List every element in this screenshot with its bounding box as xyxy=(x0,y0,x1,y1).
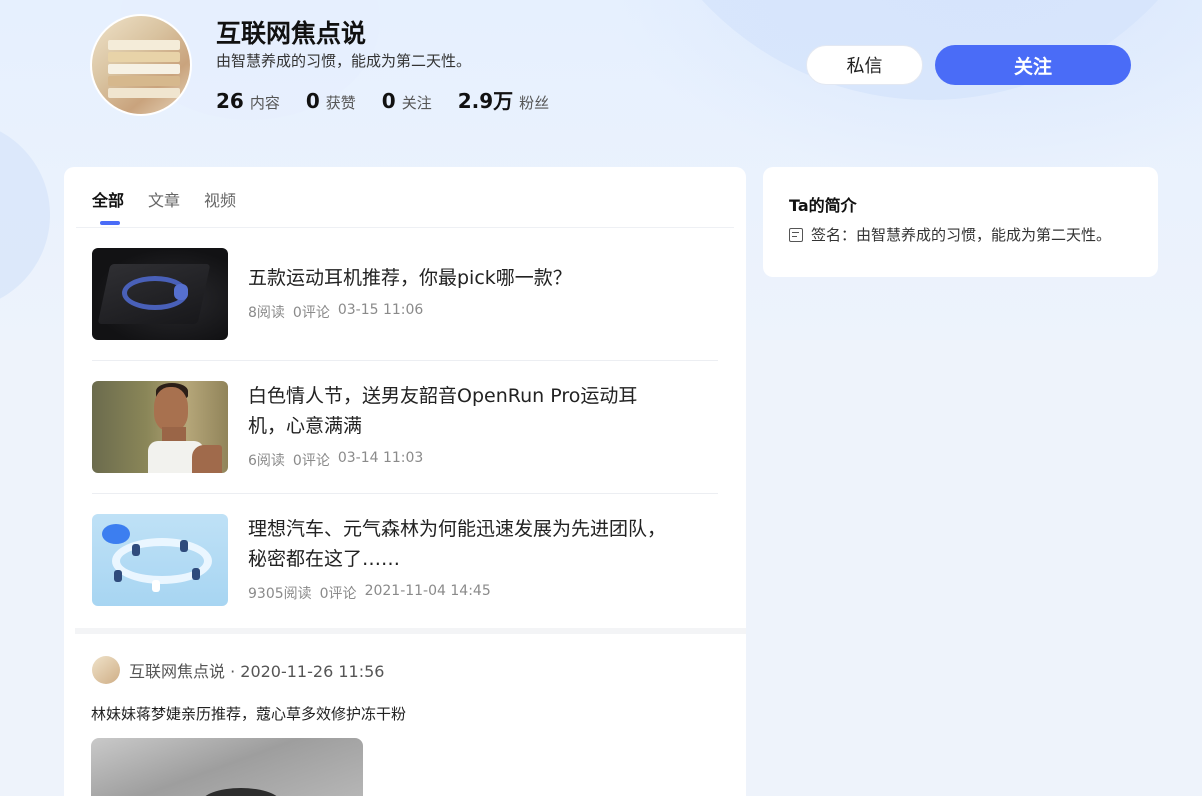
tab-label: 视频 xyxy=(204,191,237,210)
intro-card: Ta的简介 签名：由智慧养成的习惯，能成为第二天性。 xyxy=(763,167,1158,277)
intro-signature-text: 签名：由智慧养成的习惯，能成为第二天性。 xyxy=(811,226,1112,244)
article-reads: 9305阅读 xyxy=(248,586,312,602)
article-thumbnail[interactable] xyxy=(92,381,228,473)
article-time: 2021-11-04 14:45 xyxy=(364,583,491,599)
stat-likes[interactable]: 0 获赞 xyxy=(306,89,356,113)
tab-articles[interactable]: 文章 xyxy=(148,187,180,227)
author-avatar[interactable] xyxy=(92,656,120,684)
article-title[interactable]: 白色情人节，送男友韶音OpenRun Pro运动耳机，心意满满 xyxy=(248,381,668,441)
tab-videos[interactable]: 视频 xyxy=(204,187,236,227)
article-title[interactable]: 理想汽车、元气森林为何能迅速发展为先进团队，秘密都在这了…… xyxy=(248,514,668,574)
stat-label: 获赞 xyxy=(325,94,356,112)
article-meta: 8阅读 0评论 03-15 11:06 xyxy=(248,302,431,322)
section-divider xyxy=(75,628,746,634)
article-time: 03-15 11:06 xyxy=(337,302,424,318)
content-card: 全部 文章 视频 五款运动耳机推荐，你最pick哪一款？ 8阅读 0评论 03-… xyxy=(64,167,746,796)
post-author-line: 互联网焦点说 · 2020-11-26 11:56 xyxy=(129,662,385,681)
article-item[interactable]: 白色情人节，送男友韶音OpenRun Pro运动耳机，心意满满 6阅读 0评论 … xyxy=(92,361,718,494)
stat-number: 26 xyxy=(216,89,244,113)
tab-label: 全部 xyxy=(92,191,125,210)
stat-following[interactable]: 0 关注 xyxy=(382,89,432,113)
post-author[interactable]: 互联网焦点说 · 2020-11-26 11:56 xyxy=(92,656,384,684)
article-time: 03-14 11:03 xyxy=(337,450,424,466)
stat-number: 0 xyxy=(381,89,396,113)
tab-all[interactable]: 全部 xyxy=(92,187,124,227)
stat-label: 粉丝 xyxy=(519,94,550,112)
article-list: 五款运动耳机推荐，你最pick哪一款？ 8阅读 0评论 03-15 11:06 … xyxy=(92,228,718,627)
intro-title: Ta的简介 xyxy=(789,196,857,215)
article-meta: 9305阅读 0评论 2021-11-04 14:45 xyxy=(248,583,499,603)
stat-label: 关注 xyxy=(401,94,432,112)
stat-content[interactable]: 26 内容 xyxy=(216,89,280,113)
post-text[interactable]: 林妹妹蒋梦婕亲历推荐，蔻心草多效修护冻干粉 xyxy=(91,703,406,724)
stat-label: 内容 xyxy=(249,94,280,112)
stat-fans[interactable]: 2.9万 粉丝 xyxy=(458,85,549,114)
follow-button[interactable]: 关注 xyxy=(935,45,1131,85)
profile-signature: 由智慧养成的习惯，能成为第二天性。 xyxy=(216,52,472,70)
active-tab-indicator xyxy=(100,221,120,225)
article-comments: 0评论 xyxy=(319,586,357,602)
profile-name: 互联网焦点说 xyxy=(216,19,367,48)
intro-signature: 签名：由智慧养成的习惯，能成为第二天性。 xyxy=(789,224,1111,245)
signature-icon xyxy=(789,227,803,242)
article-comments: 0评论 xyxy=(292,305,330,321)
post-image[interactable] xyxy=(91,738,363,796)
article-title[interactable]: 五款运动耳机推荐，你最pick哪一款？ xyxy=(248,263,668,293)
article-thumbnail[interactable] xyxy=(92,514,228,606)
stat-number: 2.9万 xyxy=(457,89,514,113)
article-reads: 8阅读 xyxy=(248,305,285,321)
message-button[interactable]: 私信 xyxy=(806,45,923,85)
tab-label: 文章 xyxy=(148,191,181,210)
profile-avatar[interactable] xyxy=(90,14,192,116)
article-meta: 6阅读 0评论 03-14 11:03 xyxy=(248,450,431,470)
article-thumbnail[interactable] xyxy=(92,248,228,340)
stat-number: 0 xyxy=(305,89,320,113)
profile-stats: 26 内容 0 获赞 0 关注 2.9万 粉丝 xyxy=(216,85,575,114)
article-comments: 0评论 xyxy=(292,453,330,469)
article-item[interactable]: 理想汽车、元气森林为何能迅速发展为先进团队，秘密都在这了…… 9305阅读 0评… xyxy=(92,494,718,627)
content-tabs: 全部 文章 视频 xyxy=(92,187,260,227)
article-reads: 6阅读 xyxy=(248,453,285,469)
article-item[interactable]: 五款运动耳机推荐，你最pick哪一款？ 8阅读 0评论 03-15 11:06 xyxy=(92,228,718,361)
